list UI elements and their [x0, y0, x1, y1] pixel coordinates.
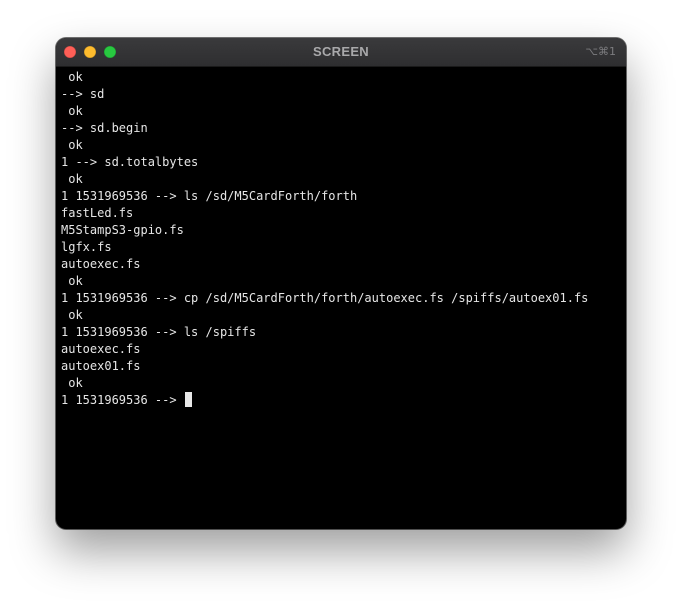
terminal-line: autoex01.fs: [61, 359, 141, 373]
terminal-line: ok: [61, 308, 83, 322]
keyboard-shortcut-label: ⌥⌘1: [585, 45, 616, 58]
terminal-line: M5StampS3-gpio.fs: [61, 223, 184, 237]
terminal-line: autoexec.fs: [61, 342, 141, 356]
terminal-line: ok: [61, 138, 83, 152]
title-bar[interactable]: SCREEN ⌥⌘1: [56, 38, 626, 67]
prompt-line[interactable]: 1 1531969536 -->: [61, 392, 621, 409]
terminal-line: ok: [61, 376, 83, 390]
text-cursor: [184, 392, 192, 407]
terminal-line: ok: [61, 172, 83, 186]
terminal-line: autoexec.fs: [61, 257, 141, 271]
window-title: SCREEN: [313, 44, 369, 59]
terminal-line: 1 1531969536 --> ls /sd/M5CardForth/fort…: [61, 189, 358, 203]
terminal-line: lgfx.fs: [61, 240, 112, 254]
terminal-line: ok: [61, 104, 83, 118]
terminal-output[interactable]: ok --> sd ok --> sd.begin ok 1 --> sd.to…: [61, 69, 621, 525]
terminal-window: SCREEN ⌥⌘1 ok --> sd ok --> sd.begin ok …: [56, 38, 626, 529]
terminal-line: --> sd.begin: [61, 121, 148, 135]
terminal-line: ok: [61, 274, 83, 288]
terminal-line: fastLed.fs: [61, 206, 134, 220]
terminal-line: 1 1531969536 --> ls /spiffs: [61, 325, 257, 339]
terminal-line: 1 1531969536 --> cp /sd/M5CardForth/fort…: [61, 291, 589, 305]
terminal-line: 1 --> sd.totalbytes: [61, 155, 199, 169]
terminal-line: ok: [61, 70, 83, 84]
shell-prompt: 1 1531969536 -->: [61, 393, 184, 407]
terminal-line: --> sd: [61, 87, 105, 101]
